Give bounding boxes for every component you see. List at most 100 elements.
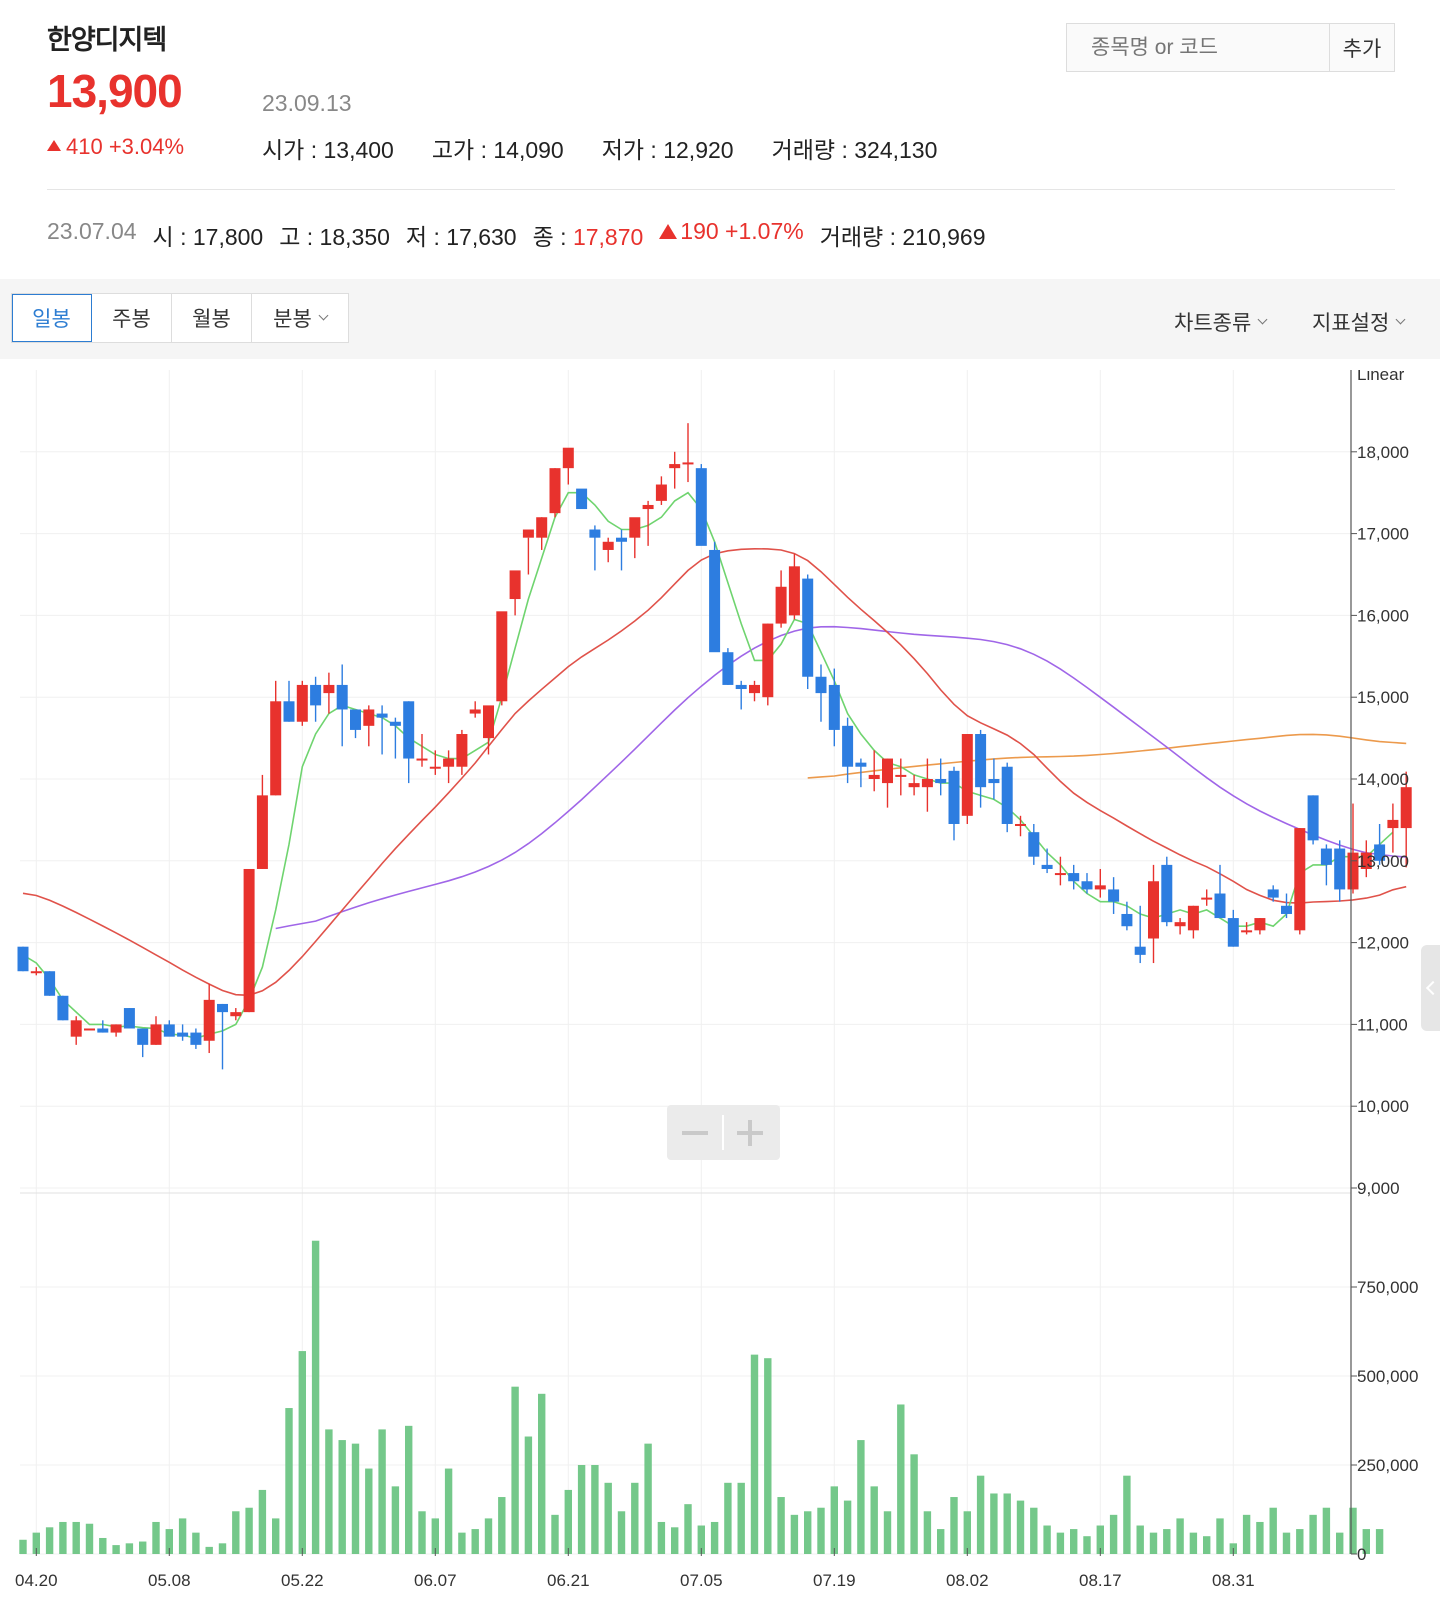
chevron-down-icon [1395, 314, 1406, 325]
volume-bar [258, 1489, 267, 1554]
volume-bar [1203, 1536, 1211, 1554]
candle [722, 648, 734, 685]
hover-change: 190 +1.07% [659, 218, 804, 252]
volume-bar [1375, 1529, 1384, 1554]
hover-close: 종 : 17,870 [532, 224, 644, 250]
volume-tick-label: 500,000 [1357, 1367, 1418, 1386]
volume-bar [976, 1475, 985, 1554]
volume-bar [418, 1511, 426, 1554]
volume-bar [1123, 1475, 1131, 1554]
volume-bar [85, 1523, 94, 1554]
volume-bar [710, 1521, 719, 1554]
volume-bar [897, 1404, 905, 1554]
chart-type-dropdown[interactable]: 차트종류 [1174, 307, 1268, 337]
hover-open: 시 : 17,800 [152, 224, 264, 250]
tab-weekly[interactable]: 주봉 [92, 294, 172, 342]
volume-bar [1070, 1529, 1078, 1554]
volume-bar [45, 1527, 54, 1554]
volume-bar [577, 1465, 586, 1554]
date-tick-label: 07.05 [680, 1571, 723, 1590]
price-tick-label: 12,000 [1357, 934, 1409, 953]
tab-monthly[interactable]: 월봉 [172, 294, 252, 342]
volume-bar [591, 1465, 599, 1554]
chart-toolbar: 일봉 주봉 월봉 분봉 차트종류 지표설정 [0, 279, 1440, 359]
date-tick-label: 08.31 [1212, 1571, 1255, 1590]
chart-grid [20, 370, 1351, 1555]
date-tick-label: 06.07 [414, 1571, 457, 1590]
price-tick-label: 18,000 [1357, 443, 1409, 462]
search-input[interactable] [1067, 24, 1329, 71]
volume-bar [311, 1240, 320, 1554]
candle [57, 995, 69, 1021]
candle [123, 1008, 135, 1029]
price-tick-label: 13,000 [1357, 852, 1409, 871]
price-tick-label: 9,000 [1357, 1179, 1400, 1198]
minus-icon [682, 1131, 708, 1135]
candle [961, 734, 973, 824]
volume-bar [365, 1468, 373, 1554]
volume-bar [192, 1532, 200, 1554]
period-tabs: 일봉 주봉 월봉 분봉 [11, 293, 349, 343]
volume-bar [1189, 1532, 1198, 1554]
candle [1307, 795, 1319, 845]
volume-bar [617, 1511, 626, 1554]
zoom-out-button[interactable] [667, 1105, 722, 1160]
volume-bar [631, 1482, 639, 1554]
volume-bar [564, 1489, 572, 1554]
tab-daily[interactable]: 일봉 [12, 294, 92, 342]
volume-bar [750, 1354, 759, 1554]
volume-bar [644, 1443, 652, 1554]
candle [1387, 803, 1399, 853]
zoom-in-button[interactable] [724, 1105, 780, 1160]
volume-bar [471, 1529, 479, 1554]
volume-bar [923, 1511, 932, 1554]
price-tick-label: 15,000 [1357, 688, 1409, 707]
volume-bar [883, 1511, 892, 1554]
stat-open: 시가 : 13,400 [262, 137, 394, 163]
volume-bar [458, 1532, 466, 1554]
hover-date: 23.07.04 [47, 218, 137, 244]
candle [1001, 762, 1013, 833]
volume-bar [351, 1443, 360, 1554]
volume-bar [338, 1440, 346, 1554]
volume-bar [1242, 1514, 1251, 1554]
volume-tick-label: 0 [1357, 1545, 1366, 1564]
volume-bar [1336, 1532, 1344, 1554]
volume-bar [272, 1518, 280, 1554]
volume-bar [1056, 1532, 1065, 1554]
volume-bar [112, 1545, 120, 1554]
tab-minute[interactable]: 분봉 [252, 294, 348, 342]
volume-bar [325, 1429, 333, 1554]
volume-bar [1322, 1507, 1331, 1554]
scale-label: Linear [1357, 370, 1405, 384]
up-arrow-icon [47, 140, 61, 151]
price-volume-chart[interactable]: 18,000 17,000 16,000 15,000 14,000 13,000 12,0… [0, 370, 1440, 1600]
volume-bar [298, 1351, 306, 1554]
volume-bar [1083, 1536, 1091, 1554]
current-price: 13,900 [47, 65, 183, 117]
volume-bar [391, 1486, 400, 1554]
candle [762, 623, 774, 706]
indicator-settings-dropdown[interactable]: 지표설정 [1312, 307, 1406, 337]
side-panel-toggle[interactable] [1421, 945, 1440, 1031]
hover-volume: 거래량 : 210,969 [819, 224, 986, 250]
volume-bar [671, 1527, 679, 1554]
volume-bar [139, 1541, 147, 1554]
candle [1294, 828, 1306, 935]
volume-bar [218, 1543, 227, 1554]
volume-bar [777, 1497, 785, 1554]
volume-bar [511, 1386, 519, 1554]
volume-bar [724, 1482, 732, 1554]
volume-bar [378, 1429, 386, 1554]
add-button[interactable]: 추가 [1329, 24, 1394, 71]
volume-bar [1309, 1514, 1317, 1554]
date-tick-label: 05.22 [281, 1571, 324, 1590]
volume-bar [817, 1507, 825, 1554]
date-tick-label: 08.17 [1079, 1571, 1122, 1590]
volume-bar [604, 1482, 612, 1554]
volume-bar [1030, 1507, 1038, 1554]
volume-bar [245, 1507, 253, 1554]
chevron-down-icon [1257, 314, 1268, 325]
volume-bar [232, 1511, 240, 1554]
volume-bar [125, 1543, 134, 1554]
